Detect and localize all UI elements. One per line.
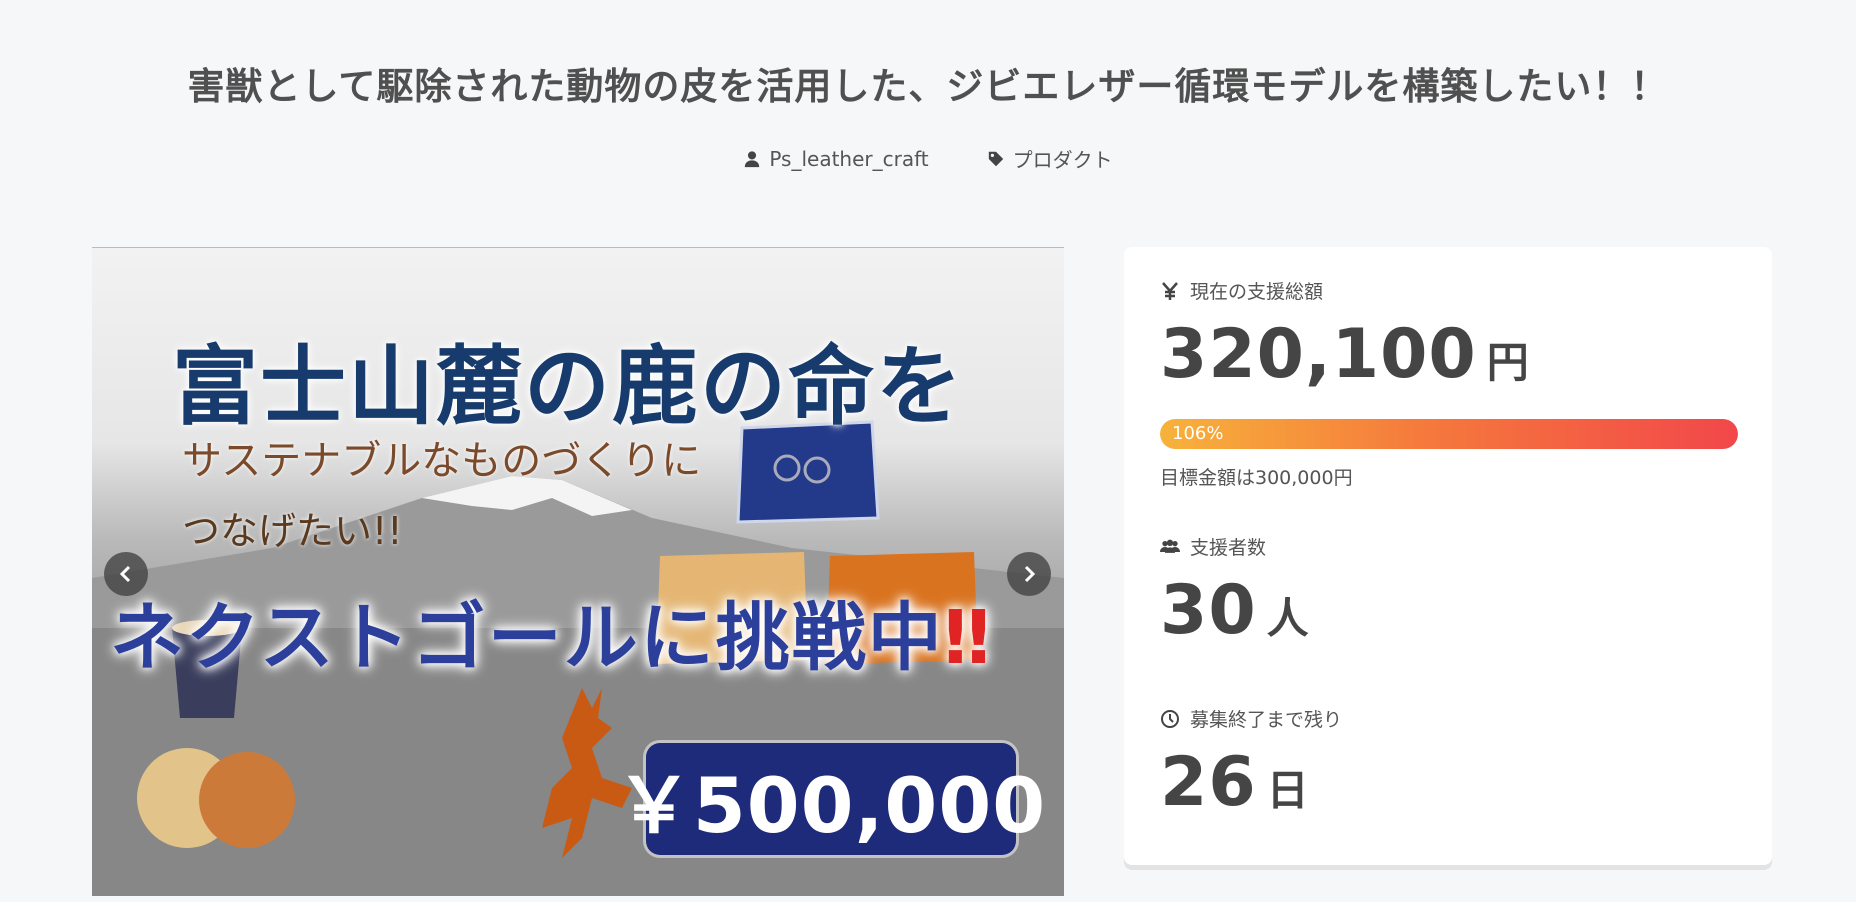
hero-subline: サステナブルなものづくりに	[182, 438, 702, 484]
coaster-image	[137, 748, 295, 848]
project-meta: Ps_leather_craft プロダクト	[0, 144, 1856, 173]
hero-next-goal-mark: ‼	[943, 595, 993, 681]
total-amount-unit: 円	[1486, 338, 1529, 387]
carousel-prev-button[interactable]	[104, 552, 148, 596]
user-icon	[745, 150, 760, 167]
funding-progress-bar: 106%	[1160, 419, 1738, 449]
remaining-days-value: 26	[1160, 743, 1257, 822]
owner-name: Ps_leather_craft	[769, 146, 929, 171]
hero-subline-2: つなげたい!!	[182, 509, 403, 553]
remaining-days: 26 日	[1160, 743, 1309, 822]
total-amount-label-text: 現在の支援総額	[1190, 281, 1324, 303]
remaining-label-text: 募集終了まで残り	[1190, 709, 1343, 731]
tag-icon	[988, 151, 1003, 166]
users-icon	[1160, 539, 1180, 553]
remaining-days-unit: 日	[1266, 766, 1309, 815]
funding-progress-fill: 106%	[1160, 419, 1738, 449]
hero-headline: 富士山麓の鹿の命を	[172, 336, 964, 437]
category-link[interactable]: プロダクト	[987, 144, 1113, 173]
backers-count-value: 30	[1160, 571, 1257, 650]
remaining-label: 募集終了まで残り	[1160, 705, 1342, 732]
owner-link[interactable]: Ps_leather_craft	[743, 144, 929, 173]
total-amount: 320,100 円	[1160, 315, 1529, 394]
category-name: プロダクト	[1012, 148, 1113, 172]
chevron-left-icon	[119, 565, 131, 583]
backers-count-unit: 人	[1266, 594, 1309, 643]
project-main-image: 富士山麓の鹿の命を サステナブルなものづくりに つなげたい!! ネクストゴールに…	[92, 247, 1064, 896]
total-amount-value: 320,100	[1160, 315, 1477, 394]
next-goal-price: ￥500,000	[616, 743, 1045, 855]
backers-label-text: 支援者数	[1190, 537, 1267, 559]
backers-count: 30 人	[1160, 571, 1309, 650]
funding-stats-card: 現在の支援総額 320,100 円 106% 目標金額は300,000円 支援者…	[1124, 247, 1772, 865]
goal-amount-text: 目標金額は300,000円	[1160, 467, 1353, 489]
total-amount-label: 現在の支援総額	[1160, 277, 1323, 304]
carousel-next-button[interactable]	[1007, 552, 1051, 596]
hero-next-goal: ネクストゴールに挑戦中‼	[110, 578, 992, 685]
yen-icon	[1162, 281, 1178, 300]
backers-label: 支援者数	[1160, 533, 1266, 560]
project-title: 害獣として駆除された動物の皮を活用した、ジビエレザー循環モデルを構築したい！！	[187, 65, 1669, 108]
clock-icon	[1161, 709, 1179, 728]
chevron-right-icon	[1024, 565, 1036, 583]
hero-next-goal-text: ネクストゴールに挑戦中	[110, 595, 944, 681]
